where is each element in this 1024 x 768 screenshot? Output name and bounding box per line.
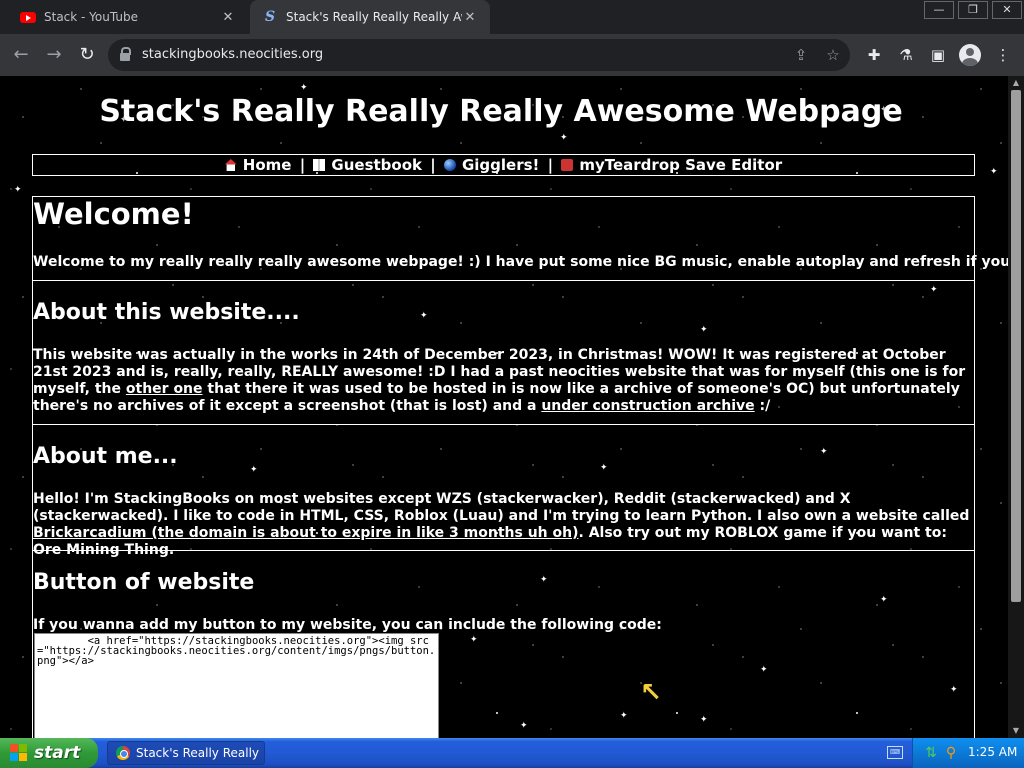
search-icon[interactable]: ⚲: [943, 745, 959, 761]
close-tab-icon[interactable]: ✕: [220, 10, 236, 25]
about-site-section: About this website.... This website was …: [33, 281, 974, 425]
about-me-section: About me... Hello! I'm StackingBooks on …: [33, 425, 974, 558]
nav-home-link[interactable]: Home: [243, 156, 292, 174]
about-site-text-3: :/: [754, 398, 771, 414]
network-icon[interactable]: ⇅: [923, 745, 939, 761]
start-label: start: [34, 743, 81, 763]
side-panel-icon[interactable]: ▣: [928, 45, 948, 65]
nav-separator: |: [299, 156, 306, 174]
brickarcadium-link[interactable]: Brickarcadium (the domain is about to ex…: [33, 525, 579, 541]
teardrop-icon: [561, 159, 574, 171]
clock: 1:25 AM: [968, 745, 1018, 759]
profile-avatar-icon[interactable]: [959, 44, 981, 66]
button-heading: Button of website: [33, 570, 255, 595]
taskbar-window-label: Stack's Really Really ...: [136, 746, 265, 760]
welcome-text: Welcome to my really really really aweso…: [33, 254, 1008, 270]
back-icon[interactable]: ←: [9, 43, 33, 67]
menu-kebab-icon[interactable]: ⋮: [993, 45, 1013, 65]
scroll-up-icon[interactable]: ▲: [1008, 76, 1024, 90]
main-content: Welcome! Welcome to my really really rea…: [32, 196, 1008, 738]
nav-editor-link[interactable]: myTeardrop Save Editor: [579, 156, 782, 174]
page-viewport: ✦ ✦ ✦ ✦ ✦ ✦ ✦ ✦ ✦ ✦ ✦ ✦ ✦ ✦ ✦ ✦ ✦ ✦ ✦ ✦ Stack's Re…: [0, 76, 1008, 738]
taskbar-window-chrome[interactable]: Stack's Really Really ...: [107, 741, 265, 765]
system-tray: ⇅ ⚲ 1:25 AM: [912, 738, 1024, 768]
share-icon[interactable]: ⇪: [791, 45, 811, 65]
other-one-link[interactable]: other one: [126, 381, 203, 397]
about-site-heading: About this website....: [33, 300, 300, 325]
close-window-button[interactable]: ✕: [992, 1, 1022, 19]
under-construction-archive-link[interactable]: under construction archive: [541, 398, 754, 414]
keyboard-icon[interactable]: ⌨: [887, 746, 903, 759]
url-text[interactable]: stackingbooks.neocities.org: [142, 47, 323, 62]
welcome-section: Welcome! Welcome to my really really rea…: [33, 197, 1008, 281]
globe-icon: [443, 159, 456, 171]
bookmark-star-icon[interactable]: ☆: [823, 45, 843, 65]
tab-webpage[interactable]: S Stack's Really Really Really Awesome W…: [250, 0, 490, 34]
site-nav: Home | Guestbook | Gigglers! | myTeardro…: [32, 154, 975, 176]
about-me-heading: About me...: [33, 444, 178, 469]
taskbar: start Stack's Really Really ... ⌨ ⇅ ⚲ 1:…: [0, 738, 1024, 768]
about-site-text: This website was actually in the works i…: [33, 347, 973, 415]
scroll-thumb[interactable]: [1011, 90, 1021, 602]
browser-toolbar: ← → ↻ stackingbooks.neocities.org ⇪ ☆ ✚ …: [0, 34, 1024, 76]
minimize-button[interactable]: —: [924, 1, 954, 19]
reload-icon[interactable]: ↻: [75, 43, 99, 67]
restore-button[interactable]: ❐: [958, 1, 988, 19]
labs-flask-icon[interactable]: ⚗: [896, 45, 916, 65]
tab-title: Stack's Really Really Really Awesome Web…: [286, 10, 462, 24]
browser-tab-strip: Stack - YouTube ✕ S Stack's Really Reall…: [0, 0, 1024, 34]
extensions-icon[interactable]: ✚: [864, 45, 884, 65]
page-title: Stack's Really Really Really Awesome Web…: [99, 94, 903, 129]
nav-separator: |: [547, 156, 554, 174]
scroll-down-icon[interactable]: ▼: [1008, 724, 1024, 738]
address-bar[interactable]: stackingbooks.neocities.org ⇪ ☆: [108, 39, 850, 71]
page-scrollbar[interactable]: ▲ ▼: [1008, 76, 1024, 738]
nav-guestbook-link[interactable]: Guestbook: [331, 156, 422, 174]
home-icon: [224, 159, 237, 171]
nav-gigglers-link[interactable]: Gigglers!: [462, 156, 539, 174]
button-text: If you wanna add my button to my website…: [33, 617, 662, 633]
window-controls: — ❐ ✕: [922, 0, 1024, 22]
youtube-icon: [20, 9, 36, 25]
site-s-icon: S: [264, 9, 276, 25]
start-button[interactable]: start: [0, 738, 98, 768]
button-code-textarea[interactable]: <a href="https://stackingbooks.neocities…: [34, 633, 439, 738]
windows-logo-icon: [10, 744, 28, 762]
lock-icon[interactable]: [120, 47, 131, 61]
chrome-icon: [116, 746, 130, 760]
welcome-heading: Welcome!: [33, 197, 194, 231]
tab-youtube[interactable]: Stack - YouTube ✕: [8, 0, 248, 34]
mouse-cursor-icon: ↖: [640, 678, 662, 708]
tab-title: Stack - YouTube: [44, 10, 138, 24]
close-tab-icon[interactable]: ✕: [462, 10, 478, 25]
about-me-text-1: Hello! I'm StackingBooks on most website…: [33, 491, 970, 524]
nav-separator: |: [430, 156, 436, 174]
forward-icon[interactable]: →: [42, 43, 66, 67]
about-me-text: Hello! I'm StackingBooks on most website…: [33, 491, 973, 559]
guestbook-icon: [313, 159, 326, 171]
